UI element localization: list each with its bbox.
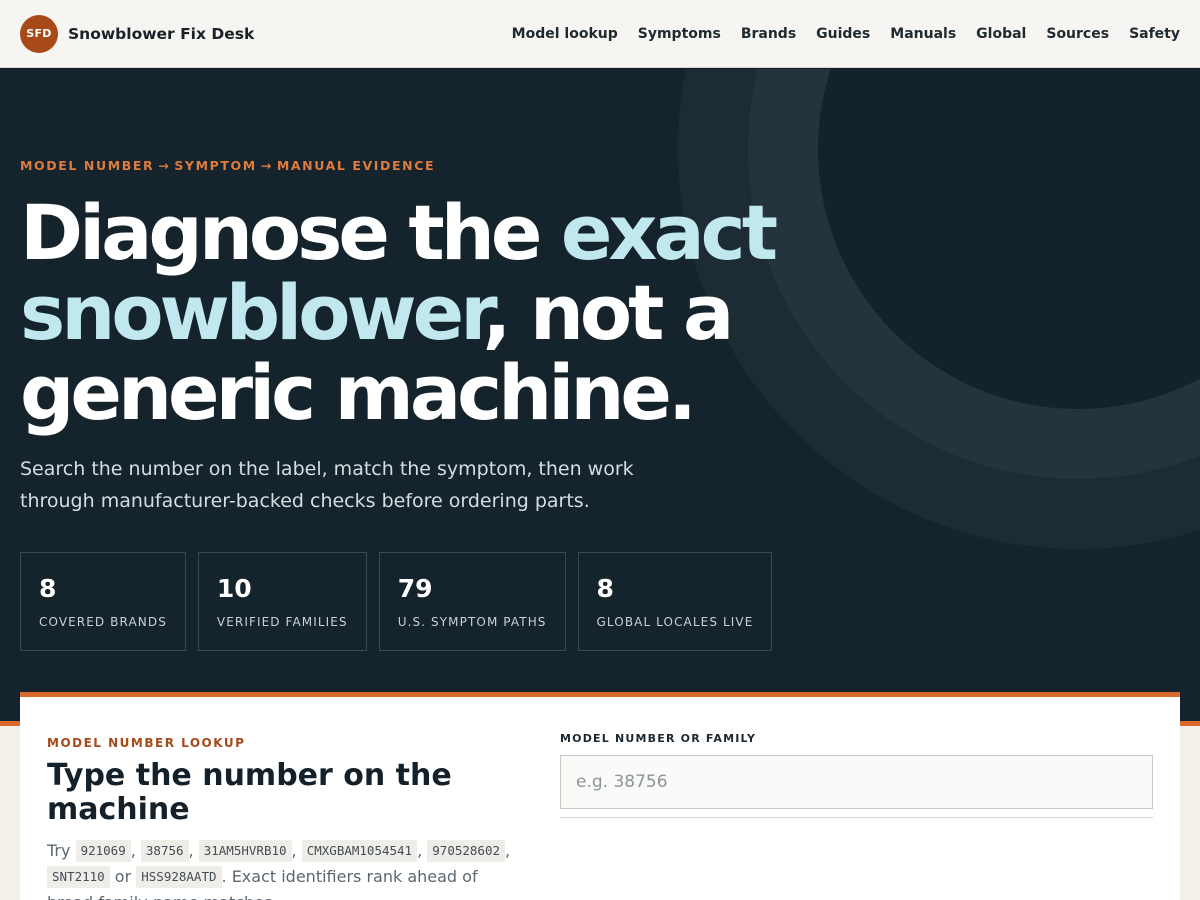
stat-label: COVERED BRANDS — [39, 615, 167, 629]
eyebrow-step-model-number: MODEL NUMBER — [20, 158, 155, 173]
stat-label: GLOBAL LOCALES LIVE — [596, 615, 754, 629]
nav-symptoms[interactable]: Symptoms — [638, 26, 721, 42]
example-model-chip[interactable]: 921069 — [75, 840, 131, 862]
example-model-chip[interactable]: 970528602 — [427, 840, 505, 862]
main-nav: Model lookup Symptoms Brands Guides Manu… — [512, 26, 1180, 42]
nav-global[interactable]: Global — [976, 26, 1026, 42]
stats-row: 8 COVERED BRANDS 10 VERIFIED FAMILIES 79… — [20, 552, 773, 651]
lookup-title: Type the number on the machine — [47, 758, 452, 827]
hero-eyebrow: MODEL NUMBER → SYMPTOM → MANUAL EVIDENCE — [20, 158, 435, 173]
example-model-chip[interactable]: HSS928AATD — [136, 866, 222, 888]
separator: , — [291, 841, 297, 860]
model-number-input[interactable] — [560, 755, 1153, 809]
lookup-help-text: Try 921069, 38756, 31AM5HVRB10, CMXGBAM1… — [47, 838, 527, 900]
lookup-note: . Exact identifiers rank ahead of broad … — [47, 867, 478, 900]
example-model-chip[interactable]: SNT2110 — [47, 866, 110, 888]
hero-lede: Search the number on the label, match th… — [20, 458, 634, 512]
site-header: SFD Snowblower Fix Desk Model lookup Sym… — [0, 0, 1200, 68]
stat-value: 8 — [39, 574, 57, 603]
stat-card-brands: 8 COVERED BRANDS — [20, 552, 186, 651]
arrow-right-icon: → — [158, 158, 171, 173]
example-model-chip[interactable]: 38756 — [140, 840, 189, 862]
arrow-right-icon: → — [260, 158, 273, 173]
stat-card-locales: 8 GLOBAL LOCALES LIVE — [577, 552, 773, 651]
lookup-eyebrow: MODEL NUMBER LOOKUP — [47, 736, 246, 750]
example-model-chip[interactable]: CMXGBAM1054541 — [301, 840, 418, 862]
eyebrow-step-symptom: SYMPTOM — [174, 158, 257, 173]
stat-value: 10 — [216, 574, 252, 603]
model-field-label: MODEL NUMBER OR FAMILY — [560, 732, 757, 745]
separator: , — [130, 841, 136, 860]
separator: , — [505, 841, 511, 860]
try-word: Try — [47, 841, 71, 860]
nav-manuals[interactable]: Manuals — [890, 26, 956, 42]
brand-name[interactable]: Snowblower Fix Desk — [68, 25, 254, 43]
nav-guides[interactable]: Guides — [816, 26, 870, 42]
separator: , — [188, 841, 194, 860]
stat-card-symptom-paths: 79 U.S. SYMPTOM PATHS — [378, 552, 566, 651]
stat-label: VERIFIED FAMILIES — [216, 615, 348, 629]
model-lookup-card: MODEL NUMBER LOOKUP Type the number on t… — [20, 692, 1180, 900]
eyebrow-step-manual-evidence: MANUAL EVIDENCE — [276, 158, 436, 173]
stat-label: U.S. SYMPTOM PATHS — [397, 615, 547, 629]
nav-sources[interactable]: Sources — [1046, 26, 1109, 42]
or-word: or — [114, 867, 132, 886]
hero-section: MODEL NUMBER → SYMPTOM → MANUAL EVIDENCE Dia… — [0, 69, 1200, 721]
field-divider — [560, 817, 1153, 818]
nav-brands[interactable]: Brands — [741, 26, 796, 42]
stat-card-families: 10 VERIFIED FAMILIES — [197, 552, 367, 651]
stat-value: 8 — [596, 574, 614, 603]
stat-value: 79 — [397, 574, 433, 603]
example-model-chip[interactable]: 31AM5HVRB10 — [198, 840, 292, 862]
logo-badge[interactable]: SFD — [20, 14, 58, 53]
hero-headline: Diagnose the exact snowblower, not a gen… — [20, 193, 1020, 433]
separator: , — [417, 841, 423, 860]
nav-safety[interactable]: Safety — [1129, 26, 1180, 42]
headline-part-1: Diagnose the — [20, 188, 561, 277]
nav-model-lookup[interactable]: Model lookup — [512, 26, 618, 42]
